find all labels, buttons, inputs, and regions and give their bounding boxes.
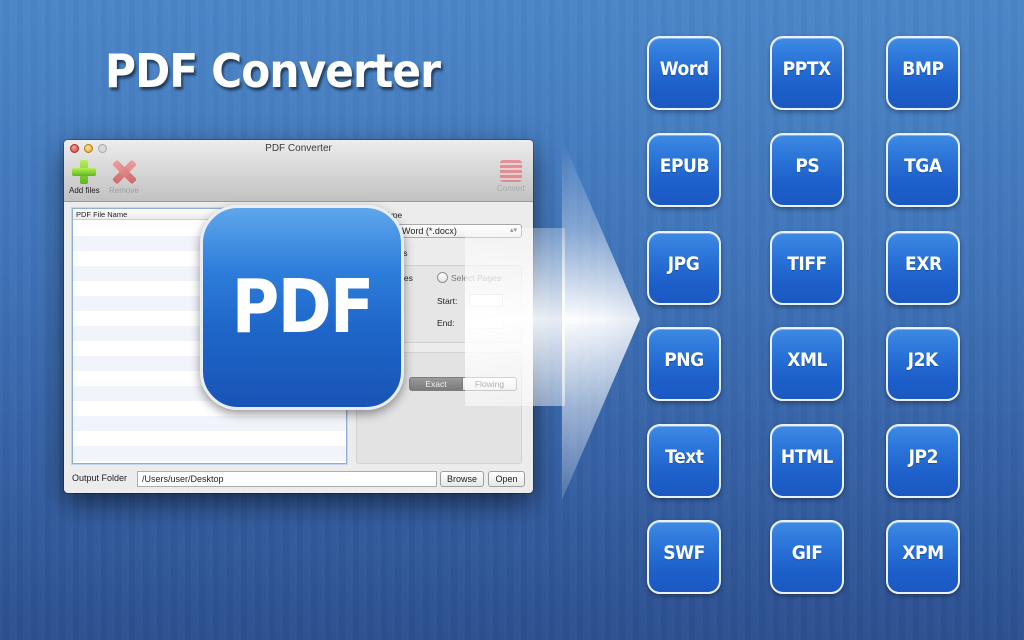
format-tile-ps: PS bbox=[770, 133, 844, 207]
output-folder-label: Output Folder bbox=[72, 473, 128, 483]
format-tile-label: JPG bbox=[668, 253, 700, 275]
format-tile-label: EXR bbox=[904, 253, 942, 275]
format-tile-gif: GIF bbox=[770, 520, 844, 594]
output-folder-row: Output Folder /Users/user/Desktop Browse… bbox=[72, 470, 525, 488]
format-tile-label: JP2 bbox=[908, 446, 938, 468]
start-label: Start: bbox=[437, 296, 458, 306]
remove-button[interactable]: Remove bbox=[109, 160, 139, 195]
format-tile-label: TGA bbox=[904, 155, 942, 177]
output-folder-input[interactable]: /Users/user/Desktop bbox=[137, 471, 437, 487]
format-tile-xpm: XPM bbox=[886, 520, 960, 594]
format-tile-png: PNG bbox=[647, 327, 721, 401]
add-files-button[interactable]: Add files bbox=[69, 160, 100, 195]
format-tile-label: PPTX bbox=[782, 58, 832, 80]
format-tile-label: J2K bbox=[907, 349, 939, 371]
format-tile-jp2: JP2 bbox=[886, 424, 960, 498]
format-tile-swf: SWF bbox=[647, 520, 721, 594]
format-tile-label: GIF bbox=[791, 542, 823, 564]
add-files-label: Add files bbox=[69, 186, 100, 195]
format-tile-pptx: PPTX bbox=[770, 36, 844, 110]
format-tile-label: PNG bbox=[664, 349, 704, 371]
format-tile-tiff: TIFF bbox=[770, 231, 844, 305]
format-tile-label: XPM bbox=[902, 542, 944, 564]
window-title: PDF Converter bbox=[265, 143, 332, 154]
format-tile-label: XML bbox=[787, 349, 827, 371]
format-tile-label: BMP bbox=[902, 58, 944, 80]
plus-icon bbox=[72, 160, 97, 184]
format-tile-epub: EPUB bbox=[647, 133, 721, 207]
format-tile-label: HTML bbox=[780, 446, 834, 468]
remove-x-icon bbox=[112, 160, 136, 184]
exact-mode-segment[interactable]: Exact bbox=[409, 377, 463, 391]
select-pages-radio[interactable] bbox=[437, 272, 448, 283]
format-tile-label: SWF bbox=[663, 542, 705, 564]
window-titlebar: PDF Converter Add files Remove Convert bbox=[64, 140, 533, 202]
format-tile-label: EPUB bbox=[659, 155, 709, 177]
format-tile-word: Word bbox=[647, 36, 721, 110]
format-tile-bmp: BMP bbox=[886, 36, 960, 110]
arrow-shaft bbox=[465, 228, 565, 406]
arrow-head bbox=[562, 138, 640, 500]
format-tile-xml: XML bbox=[770, 327, 844, 401]
pdf-icon-label: PDF bbox=[231, 263, 375, 350]
format-tile-exr: EXR bbox=[886, 231, 960, 305]
format-tile-jpg: JPG bbox=[647, 231, 721, 305]
end-label: End: bbox=[437, 318, 455, 328]
conversion-arrow-icon bbox=[465, 138, 640, 500]
format-tile-html: HTML bbox=[770, 424, 844, 498]
format-tile-j2k: J2K bbox=[886, 327, 960, 401]
pdf-app-icon: PDF bbox=[200, 205, 404, 410]
format-tile-label: TIFF bbox=[787, 253, 827, 275]
format-tile-label: Word bbox=[659, 58, 709, 80]
format-tile-tga: TGA bbox=[886, 133, 960, 207]
format-tile-text: Text bbox=[647, 424, 721, 498]
format-tile-label: PS bbox=[795, 155, 819, 177]
format-tile-label: Text bbox=[664, 446, 704, 468]
remove-label: Remove bbox=[109, 186, 139, 195]
hero-title: PDF Converter bbox=[105, 44, 441, 98]
